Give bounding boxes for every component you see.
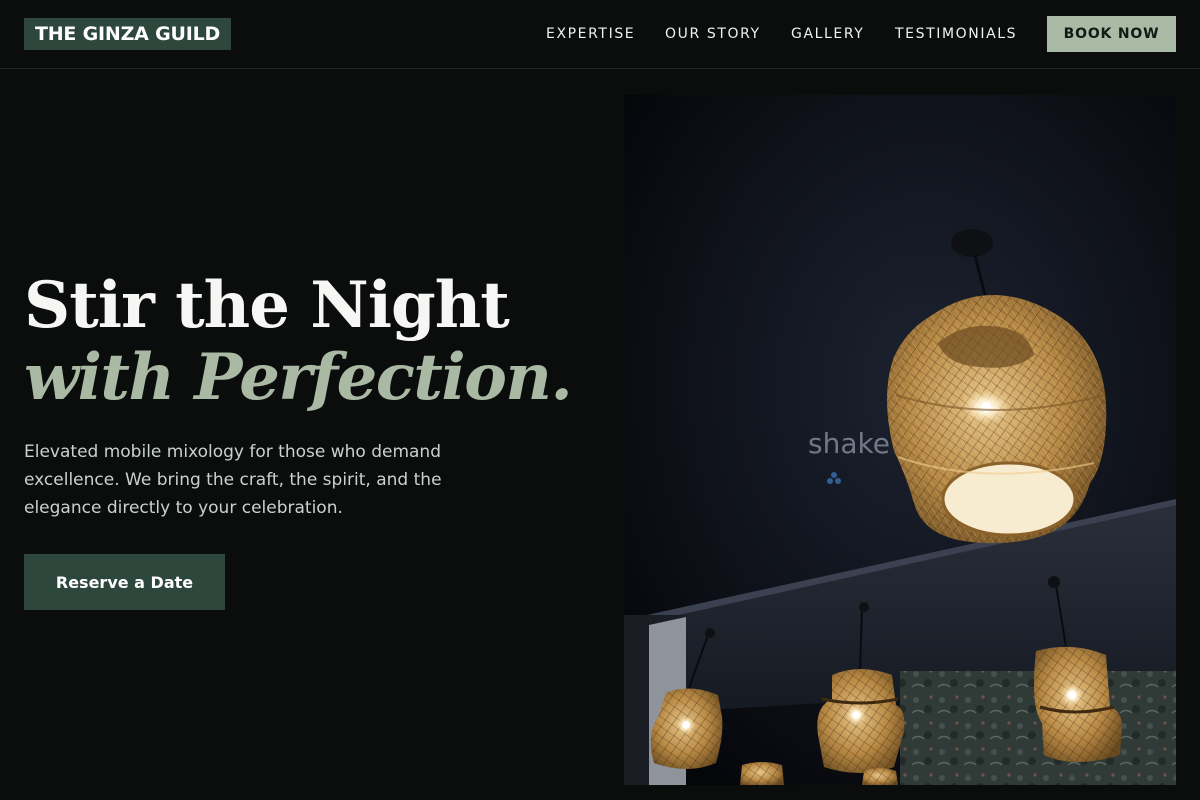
hero-headline-line1: Stir the Night <box>24 268 510 343</box>
reserve-date-button[interactable]: Reserve a Date <box>24 554 225 610</box>
nav-link-gallery[interactable]: GALLERY <box>791 24 864 44</box>
nav-link-our-story[interactable]: OUR STORY <box>665 24 761 44</box>
nav-link-testimonials[interactable]: TESTIMONIALS <box>895 24 1017 44</box>
book-now-button[interactable]: BOOK NOW <box>1047 16 1176 52</box>
hero-lead-text: Elevated mobile mixology for those who d… <box>24 442 442 518</box>
hero-headline-line2: with Perfection. <box>24 340 573 415</box>
top-navigation-bar: THE GINZA GUILD EXPERTISE OUR STORY GALL… <box>0 0 1200 69</box>
nav-link-expertise[interactable]: EXPERTISE <box>546 24 635 44</box>
hero-photo: shake <box>624 95 1176 785</box>
photo-watermark-text: shake <box>808 427 890 460</box>
brand-logo[interactable]: THE GINZA GUILD <box>24 18 231 50</box>
